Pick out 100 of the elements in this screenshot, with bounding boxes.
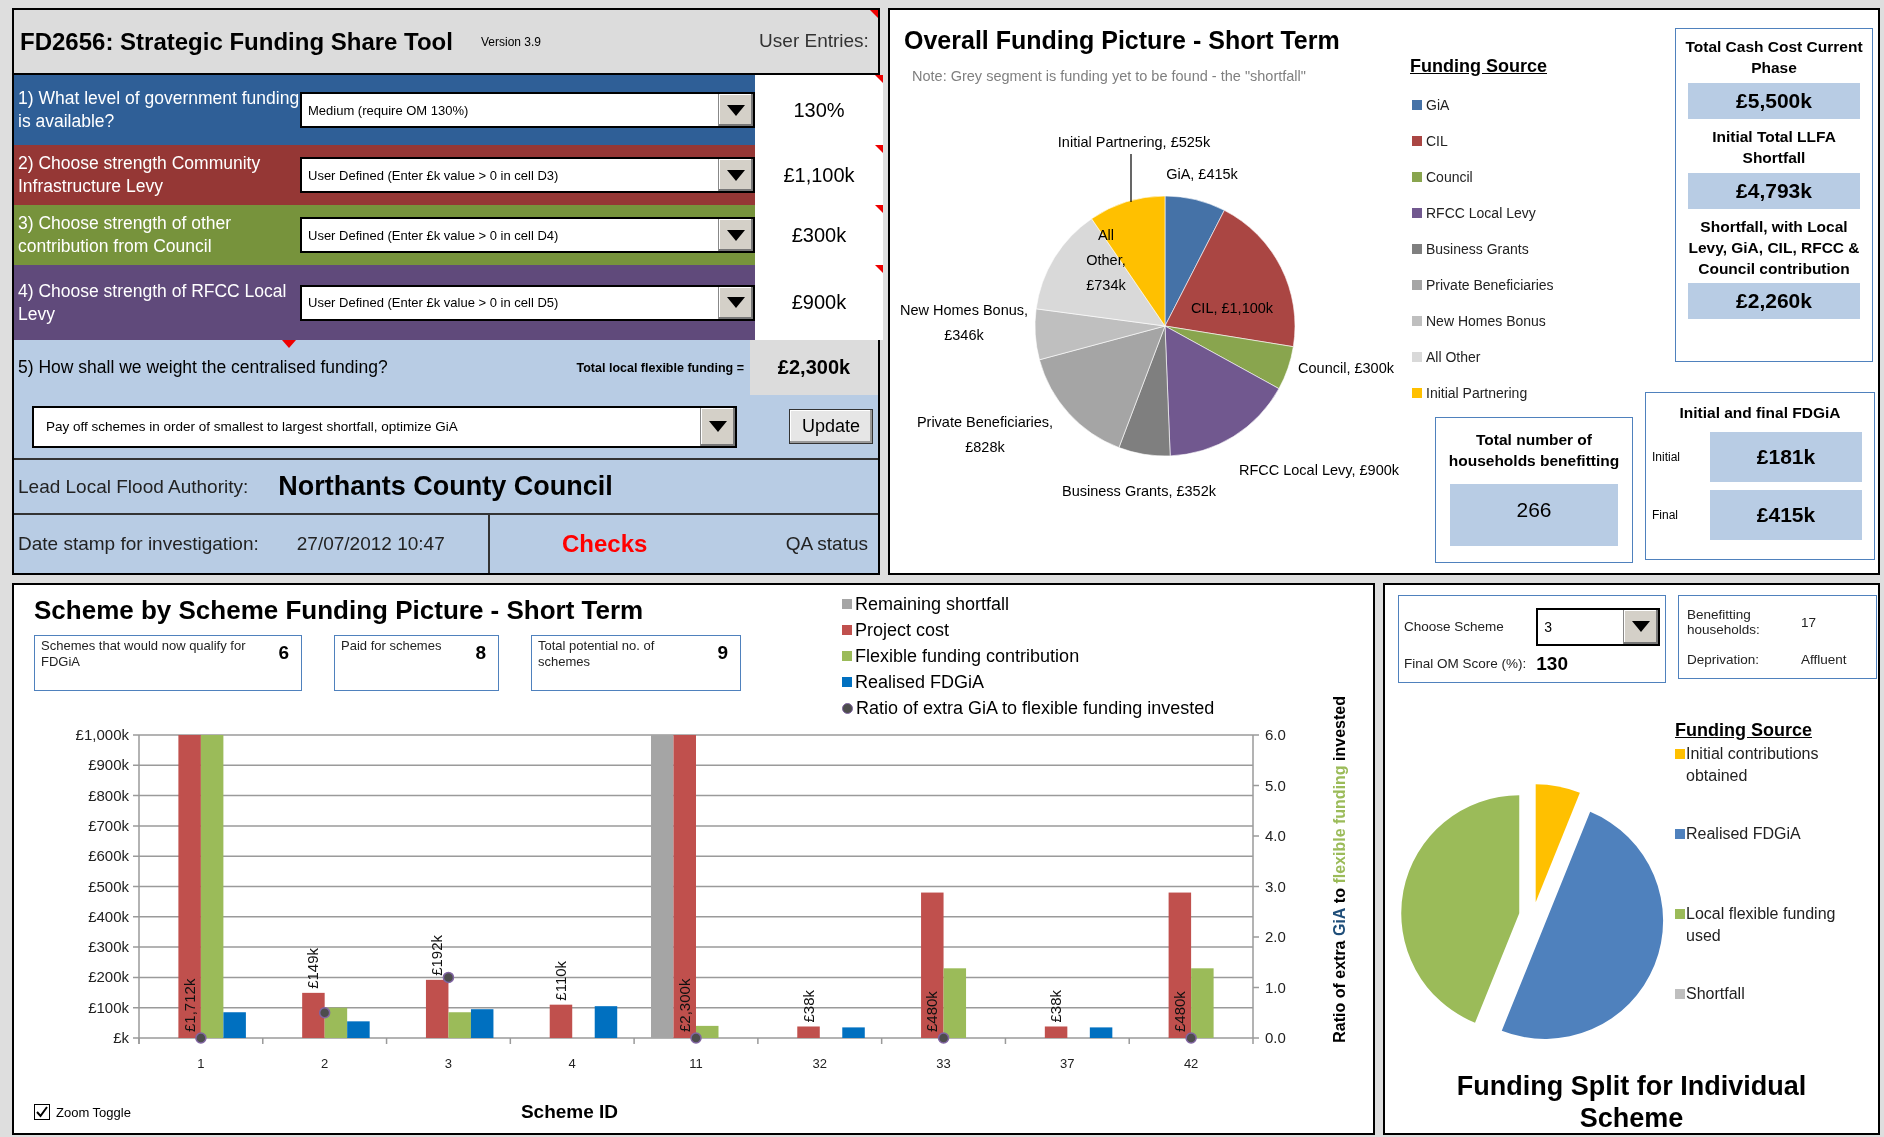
axis-title: Ratio of extra GiA to flexible funding invested: [1330, 695, 1349, 1043]
update-button[interactable]: Update: [789, 409, 874, 444]
axis-label: £600k: [88, 847, 129, 865]
stat-value: 6: [278, 641, 289, 665]
axis-label: 1.0: [1265, 978, 1286, 996]
dropdown[interactable]: Pay off schemes in order of smallest to largest shortfall, optimize GiA: [32, 405, 737, 448]
axis-label: 2: [321, 1056, 329, 1071]
chart-title: Scheme by Scheme Funding Picture - Short Term: [34, 595, 645, 627]
legend-label: Ratio of extra GiA to flexible funding invested: [856, 697, 1215, 719]
bar: [549, 1004, 573, 1038]
question-label: 5) How shall we weight the centralised funding?: [17, 357, 389, 378]
data-label: £2,300k: [675, 978, 693, 1032]
bar: [594, 1006, 618, 1038]
axis-label: £100k: [88, 998, 129, 1016]
axis-label: 32: [812, 1056, 827, 1071]
axis-label: £700k: [88, 816, 129, 834]
fdgia-label: Final: [1651, 507, 1679, 522]
data-label: Private Beneficiaries, £828k: [916, 413, 1054, 455]
legend-label: Remaining shortfall: [855, 593, 1010, 615]
households-value: 266: [1450, 483, 1618, 546]
data-label: £110k: [551, 960, 569, 1001]
legend-label: GiA: [1426, 97, 1450, 113]
axis-label: 4: [568, 1056, 576, 1071]
entry-value: £1,100k: [783, 163, 855, 187]
axis-label: £300k: [88, 938, 129, 956]
axis-label: £400k: [88, 907, 129, 925]
field-label: Final OM Score (%):: [1404, 656, 1527, 671]
dropdown[interactable]: Medium (require OM 130%): [300, 92, 755, 128]
axis-label: 42: [1183, 1056, 1199, 1071]
chart-note: Note: Grey segment is funding yet to be found - the "shortfall": [911, 67, 1307, 86]
axis-title: Scheme ID: [520, 1101, 619, 1123]
column-heading: User Entries:: [759, 29, 869, 54]
bar: [470, 1009, 494, 1038]
data-point: [690, 1032, 702, 1044]
version-label: Version 3.9: [480, 34, 541, 49]
data-point: [442, 971, 455, 984]
legend-label: RFCC Local Levy: [1426, 205, 1536, 221]
axis-label: 1: [197, 1056, 205, 1071]
total-value: £2,300k: [750, 340, 878, 395]
legend-label: CIL: [1426, 133, 1448, 149]
dropdown[interactable]: User Defined (Enter £k value > 0 in cell D3): [300, 157, 755, 193]
data-label: £38k: [1047, 989, 1065, 1023]
data-point: [937, 1032, 950, 1044]
total-label: Total local flexible funding =: [576, 360, 745, 375]
chart-title: Overall Funding Picture - Short Term: [903, 25, 1341, 56]
data-point: [195, 1032, 207, 1044]
bar: [1044, 1026, 1068, 1038]
legend-label: Shortfall: [1686, 984, 1745, 1004]
legend-label: Local flexible funding used: [1686, 904, 1837, 947]
legend-label: Project cost: [855, 619, 950, 641]
data-label: CIL, £1,100k: [1190, 300, 1274, 316]
axis-label: 37: [1060, 1056, 1075, 1071]
entry-value: £300k: [791, 223, 847, 247]
axis-label: 4.0: [1265, 827, 1286, 844]
legend-label: Realised FDGiA: [1686, 824, 1801, 844]
data-label: £480k: [923, 991, 941, 1032]
legend-label: Private Beneficiaries: [1426, 277, 1554, 293]
caret-icon: [1632, 621, 1651, 632]
axis-label: £200k: [88, 968, 129, 986]
bar: [842, 1027, 865, 1038]
stat-label: Paid for schemes: [341, 638, 442, 655]
authority-label: Lead Local Flood Authority:: [18, 475, 249, 498]
entry-value: £900k: [791, 291, 847, 314]
date-value: 27/07/2012 10:47: [296, 533, 445, 555]
card-heading: Total number of households benefitting: [1447, 430, 1621, 471]
field-label: Choose Scheme: [1404, 619, 1505, 634]
legend-label: Initial Partnering: [1426, 385, 1528, 401]
data-label: GiA, £415k: [1166, 166, 1238, 182]
legend-label: Business Grants: [1426, 241, 1529, 257]
fdgia-label: Initial: [1651, 449, 1681, 464]
question-label: 2) Choose strength Community Infrastructure Levy: [17, 152, 262, 198]
axis-label: £k: [113, 1029, 129, 1046]
field-label: Benefitting households:: [1687, 607, 1761, 638]
bar: [797, 1026, 820, 1038]
dropdown[interactable]: User Defined (Enter £k value > 0 in cell D4): [300, 217, 755, 253]
axis-label: £900k: [88, 756, 129, 774]
total-value: £2,260k: [1688, 283, 1860, 320]
dropdown[interactable]: 3: [1536, 607, 1661, 646]
legend-label: Council: [1426, 169, 1473, 185]
legend-label: All Other: [1426, 349, 1481, 365]
caret-icon: [727, 297, 745, 308]
dropdown[interactable]: User Defined (Enter £k value > 0 in cell D5): [300, 284, 755, 321]
entry-value: 130%: [793, 98, 845, 122]
checks-label: Checks: [562, 530, 648, 558]
total-value: £4,793k: [1688, 172, 1860, 209]
date-label: Date stamp for investigation:: [18, 533, 259, 555]
caret-icon: [727, 104, 745, 116]
axis-label: 5.0: [1265, 776, 1286, 794]
question-label: 1) What level of government funding is available?: [17, 87, 300, 133]
legend-label: New Homes Bonus: [1426, 313, 1546, 329]
caret-icon: [727, 169, 745, 181]
zoom-toggle-checkbox[interactable]: Zoom Toggle: [34, 1104, 131, 1120]
data-label: £38k: [799, 989, 817, 1023]
data-label: £480k: [1170, 991, 1188, 1032]
data-label: £192k: [428, 934, 446, 976]
axis-label: 3: [444, 1056, 453, 1071]
data-point: [1185, 1032, 1197, 1044]
axis-label: 3.0: [1265, 877, 1286, 895]
score-value: 130: [1536, 652, 1569, 675]
axis-label: £800k: [88, 786, 129, 804]
